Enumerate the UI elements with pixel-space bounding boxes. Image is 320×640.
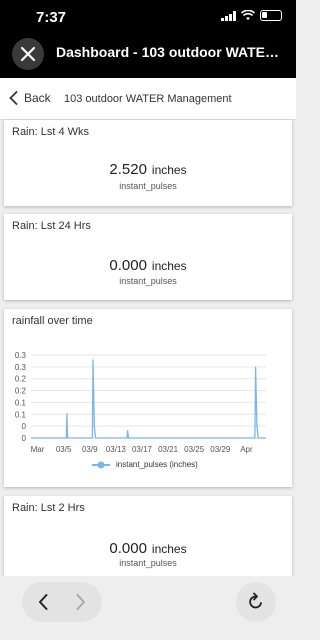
back-label: Back (24, 91, 51, 105)
title-bar: Dashboard - 103 outdoor WATER M... (0, 30, 296, 78)
y-axis: 0 0 0.1 0.1 0.2 0.2 0.3 0.3 (15, 351, 27, 443)
card-value: 0.000 inches (4, 257, 292, 274)
reload-button[interactable] (236, 582, 276, 622)
y-tick-label: 0.3 (15, 363, 27, 372)
value-unit: inches (151, 542, 187, 556)
reload-icon (249, 592, 262, 609)
card-title: Rain: Lst 4 Wks (12, 126, 90, 138)
y-tick-label: 0.1 (15, 410, 27, 419)
x-tick-label: Apr (240, 445, 253, 454)
y-tick-label: 0.2 (15, 387, 27, 396)
x-tick-label: 03/29 (210, 445, 231, 454)
value-number: 0.000 (109, 257, 147, 274)
battery-icon (260, 10, 282, 21)
x-tick-label: 03/17 (132, 445, 153, 454)
chevron-left-icon (9, 91, 18, 105)
page-title: 103 outdoor WATER Management (64, 93, 232, 105)
window-title: Dashboard - 103 outdoor WATER M... (56, 44, 288, 60)
y-tick-label: 0.3 (15, 351, 27, 360)
rain-4wks-card: Rain: Lst 4 Wks 2.520 inches instant_puls… (4, 120, 292, 206)
x-tick-label: 03/5 (56, 445, 72, 454)
y-tick-label: 0 (22, 434, 27, 443)
history-nav (22, 582, 102, 622)
card-subtitle: instant_pulses (119, 276, 177, 286)
browser-toolbar (0, 576, 296, 640)
wifi-icon (241, 10, 255, 20)
back-button[interactable]: Back (9, 91, 51, 105)
x-axis: Mar 03/5 03/9 03/13 03/17 03/21 03/25 03/29 Apr (31, 437, 266, 454)
x-tick-label: 03/25 (184, 445, 205, 454)
value-number: 2.520 (109, 161, 147, 178)
x-tick-label: 03/21 (158, 445, 179, 454)
status-icons (221, 10, 282, 21)
rain-24hrs-card: Rain: Lst 24 Hrs 0.000 inches instant_pul… (4, 214, 292, 300)
y-tick-label: 0.1 (15, 398, 27, 407)
legend-label: instant_pulses (inches) (116, 460, 198, 469)
arrow-right-icon[interactable] (70, 592, 90, 612)
card-title: Rain: Lst 24 Hrs (12, 220, 91, 232)
card-subtitle: instant_pulses (119, 181, 177, 191)
x-tick-label: 03/13 (106, 445, 127, 454)
card-title: Rain: Lst 2 Hrs (12, 502, 85, 514)
chart-legend[interactable]: instant_pulses (inches) (92, 460, 198, 469)
card-value: 2.520 inches (4, 161, 292, 178)
value-unit: inches (151, 163, 187, 177)
signal-icon (221, 10, 236, 21)
legend-marker (92, 461, 110, 468)
status-time: 7:37 (36, 9, 67, 26)
x-tick-label: Mar (31, 445, 45, 454)
card-value: 0.000 inches (4, 540, 292, 557)
rain-2hrs-card: Rain: Lst 2 Hrs 0.000 inches instant_puls… (4, 496, 292, 580)
card-subtitle: instant_pulses (119, 558, 177, 568)
x-tick-label: 03/9 (82, 445, 98, 454)
y-tick-label: 0.2 (15, 375, 27, 384)
value-number: 0.000 (109, 540, 147, 557)
nav-bar: Back 103 outdoor WATER Management (0, 78, 296, 120)
arrow-left-icon[interactable] (34, 592, 54, 612)
y-tick-label: 0 (22, 422, 27, 431)
value-unit: inches (151, 259, 187, 273)
close-icon (20, 46, 36, 62)
rainfall-chart-card: rainfall over time 0 0 0.1 0.1 0.2 0.2 0.3 0.3 … (4, 309, 292, 487)
close-button[interactable] (12, 38, 44, 70)
status-bar: 7:37 (0, 0, 296, 30)
